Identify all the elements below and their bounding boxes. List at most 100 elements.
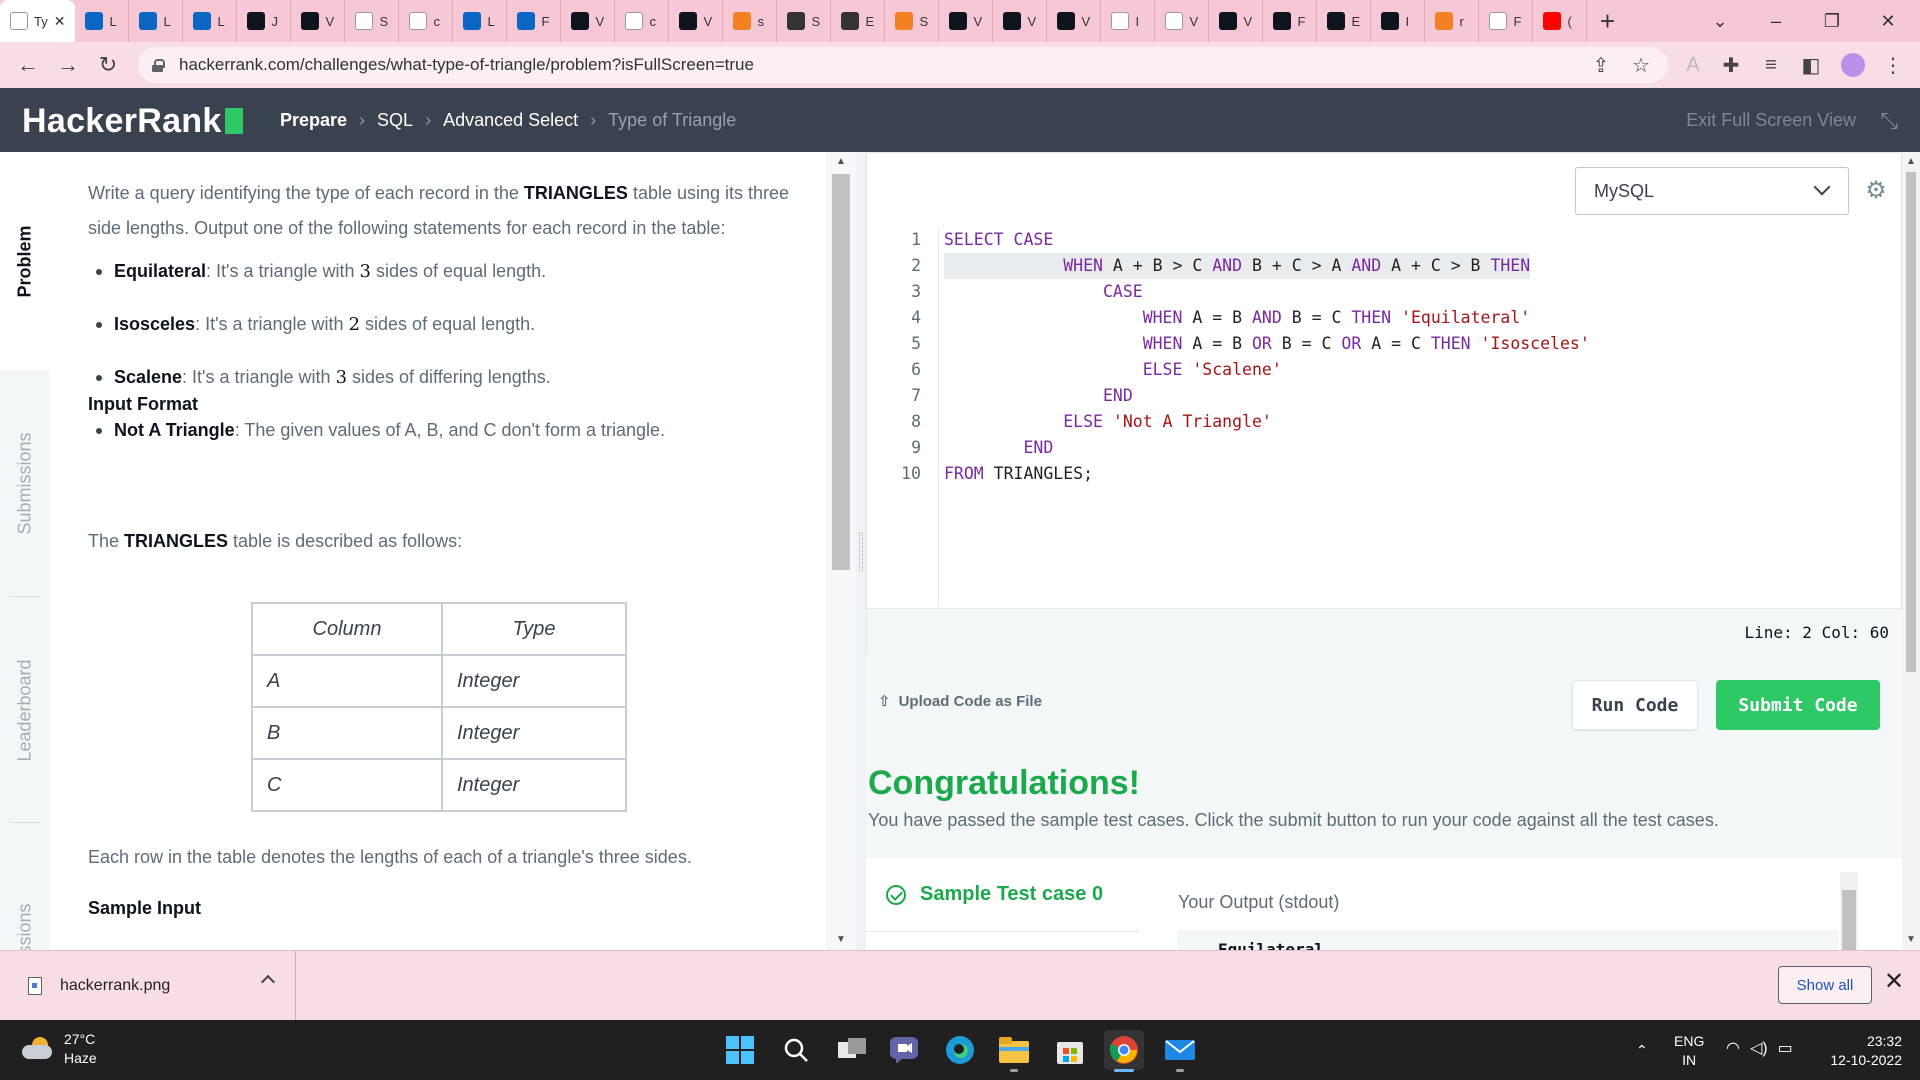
breadcrumb-prepare[interactable]: Prepare (280, 110, 347, 131)
browser-tab[interactable]: V (669, 0, 724, 42)
scroll-up-arrow-icon[interactable]: ▲ (1906, 156, 1916, 167)
editor-settings-gear-icon[interactable]: ⚙ (1861, 175, 1891, 205)
collapse-arrows-icon[interactable]: ⤡ (1880, 108, 1898, 134)
browser-tab[interactable]: V (939, 0, 994, 42)
microsoft-store-icon[interactable] (1050, 1030, 1090, 1070)
browser-tab[interactable]: J (237, 0, 292, 42)
submit-code-button[interactable]: Submit Code (1716, 680, 1880, 730)
upload-code-link[interactable]: ⇧ Upload Code as File (878, 692, 1042, 711)
code-line[interactable]: WHEN A = B AND B = C THEN 'Equilateral' (944, 305, 1530, 331)
code-line[interactable]: CASE (944, 279, 1143, 305)
browser-tab[interactable]: I (1101, 0, 1156, 42)
browser-tab[interactable]: S (345, 0, 400, 42)
close-tab-icon[interactable]: ✕ (54, 13, 66, 30)
quick-settings[interactable]: ◠ ◁) ▭ (1726, 1038, 1793, 1058)
browser-tab[interactable]: F (1263, 0, 1318, 42)
clock[interactable]: 23:32 12-10-2022 (1826, 1032, 1902, 1070)
exit-fullscreen-link[interactable]: Exit Full Screen View (1686, 88, 1856, 152)
side-tab-submissions[interactable]: Submissions (0, 370, 50, 596)
tab-search-chevron-icon[interactable]: ⌄ (1692, 0, 1748, 42)
scrollbar-thumb[interactable] (1906, 172, 1916, 672)
search-icon[interactable] (776, 1030, 816, 1070)
code-editor[interactable]: MySQL ⚙ 1 2 3 4 5 6 7 8 9 10 SELECT CASE… (866, 152, 1902, 654)
language-select[interactable]: MySQL (1575, 167, 1849, 215)
address-bar[interactable]: hackerrank.com/challenges/what-type-of-t… (138, 47, 1668, 83)
scrollbar-thumb[interactable] (1842, 890, 1856, 950)
results-scrollbar[interactable] (1840, 872, 1858, 950)
browser-tab[interactable]: L (453, 0, 508, 42)
browser-tab[interactable]: L (75, 0, 130, 42)
browser-tab[interactable]: F (507, 0, 562, 42)
browser-tab[interactable]: c (399, 0, 454, 42)
sample-testcase-tab[interactable]: Sample Test case 0 (866, 858, 1140, 932)
browser-tab[interactable]: V (291, 0, 346, 42)
browser-tab[interactable]: V (561, 0, 616, 42)
page-scrollbar[interactable]: ▲ ▼ (1902, 152, 1920, 950)
windows-start-icon[interactable] (720, 1030, 760, 1070)
code-line[interactable]: WHEN A = B OR B = C OR A = C THEN 'Isosc… (944, 331, 1590, 357)
file-explorer-icon[interactable] (994, 1030, 1034, 1072)
forward-arrow-icon[interactable]: → (48, 47, 88, 83)
browser-tab-active[interactable]: Ty ✕ (0, 0, 76, 42)
code-line[interactable]: WHEN A + B > C AND B + C > A AND A + C >… (944, 253, 1531, 279)
browser-tab[interactable]: I (1371, 0, 1426, 42)
side-tab-leaderboard[interactable]: Leaderboard (0, 598, 50, 822)
breadcrumb-advanced-select[interactable]: Advanced Select (443, 110, 578, 131)
teams-chat-icon[interactable] (884, 1030, 924, 1070)
download-item[interactable]: hackerrank.png (0, 951, 296, 1021)
mail-icon[interactable] (1160, 1030, 1200, 1072)
scroll-up-arrow-icon[interactable]: ▲ (836, 156, 846, 167)
code-line[interactable]: ELSE 'Not A Triangle' (944, 409, 1272, 435)
restore-icon[interactable]: ❐ (1804, 0, 1860, 42)
splitter-grip-icon[interactable] (859, 532, 863, 572)
edge-browser-icon[interactable] (940, 1030, 980, 1070)
close-downloads-icon[interactable]: ✕ (1884, 967, 1904, 996)
breadcrumb-sql[interactable]: SQL (377, 110, 413, 131)
browser-tab[interactable]: V (1155, 0, 1210, 42)
browser-tab[interactable]: E (1317, 0, 1372, 42)
browser-tab[interactable]: E (831, 0, 886, 42)
extension-a-icon[interactable]: A (1678, 50, 1708, 80)
browser-tab[interactable]: V (1209, 0, 1264, 42)
browser-tab[interactable]: L (183, 0, 238, 42)
show-hidden-icons-chevron-icon[interactable]: ⌃ (1636, 1042, 1648, 1059)
side-tab-problem[interactable]: Problem (0, 152, 50, 370)
weather-widget[interactable]: 27°C Haze (22, 1030, 97, 1068)
code-line[interactable]: ELSE 'Scalene' (944, 357, 1282, 383)
share-icon[interactable]: ⇪ (1586, 50, 1616, 80)
browser-tab[interactable]: L (129, 0, 184, 42)
task-view-icon[interactable] (832, 1030, 872, 1070)
code-line[interactable]: FROM TRIANGLES; (944, 461, 1093, 487)
extensions-puzzle-icon[interactable]: ✚ (1716, 50, 1746, 80)
scrollbar-thumb[interactable] (832, 174, 850, 570)
browser-tab[interactable]: V (993, 0, 1048, 42)
back-arrow-icon[interactable]: ← (8, 47, 48, 83)
scroll-down-arrow-icon[interactable]: ▼ (836, 934, 846, 945)
window-close-icon[interactable]: ✕ (1860, 0, 1916, 42)
problem-scrollbar[interactable]: ▲ ▼ (826, 152, 856, 950)
new-tab-button[interactable]: + (1587, 0, 1627, 42)
browser-tab[interactable]: V (1047, 0, 1102, 42)
code-area[interactable]: 1 2 3 4 5 6 7 8 9 10 SELECT CASE WHEN A … (867, 227, 1902, 607)
browser-tab[interactable]: S (777, 0, 832, 42)
media-queue-icon[interactable]: ≡ (1756, 50, 1786, 80)
scroll-down-arrow-icon[interactable]: ▼ (1906, 934, 1916, 945)
language-indicator[interactable]: ENG IN (1674, 1032, 1704, 1070)
chevron-up-icon[interactable] (260, 974, 276, 990)
chrome-browser-icon[interactable] (1104, 1030, 1144, 1072)
bookmark-star-icon[interactable]: ☆ (1626, 50, 1656, 80)
reload-icon[interactable]: ↻ (88, 47, 128, 83)
pane-splitter[interactable] (856, 152, 866, 950)
side-panel-icon[interactable]: ◧ (1796, 50, 1826, 80)
code-line[interactable]: END (944, 383, 1133, 409)
code-line[interactable]: SELECT CASE (944, 227, 1053, 253)
browser-menu-icon[interactable]: ⋮ (1878, 50, 1908, 80)
run-code-button[interactable]: Run Code (1572, 680, 1698, 730)
browser-tab[interactable]: s (723, 0, 778, 42)
minimize-icon[interactable]: – (1748, 0, 1804, 42)
profile-avatar[interactable] (1838, 50, 1868, 80)
browser-tab[interactable]: S (885, 0, 940, 42)
browser-tab[interactable]: ( (1533, 0, 1588, 42)
show-all-button[interactable]: Show all (1778, 966, 1872, 1004)
code-line[interactable]: END (944, 435, 1053, 461)
